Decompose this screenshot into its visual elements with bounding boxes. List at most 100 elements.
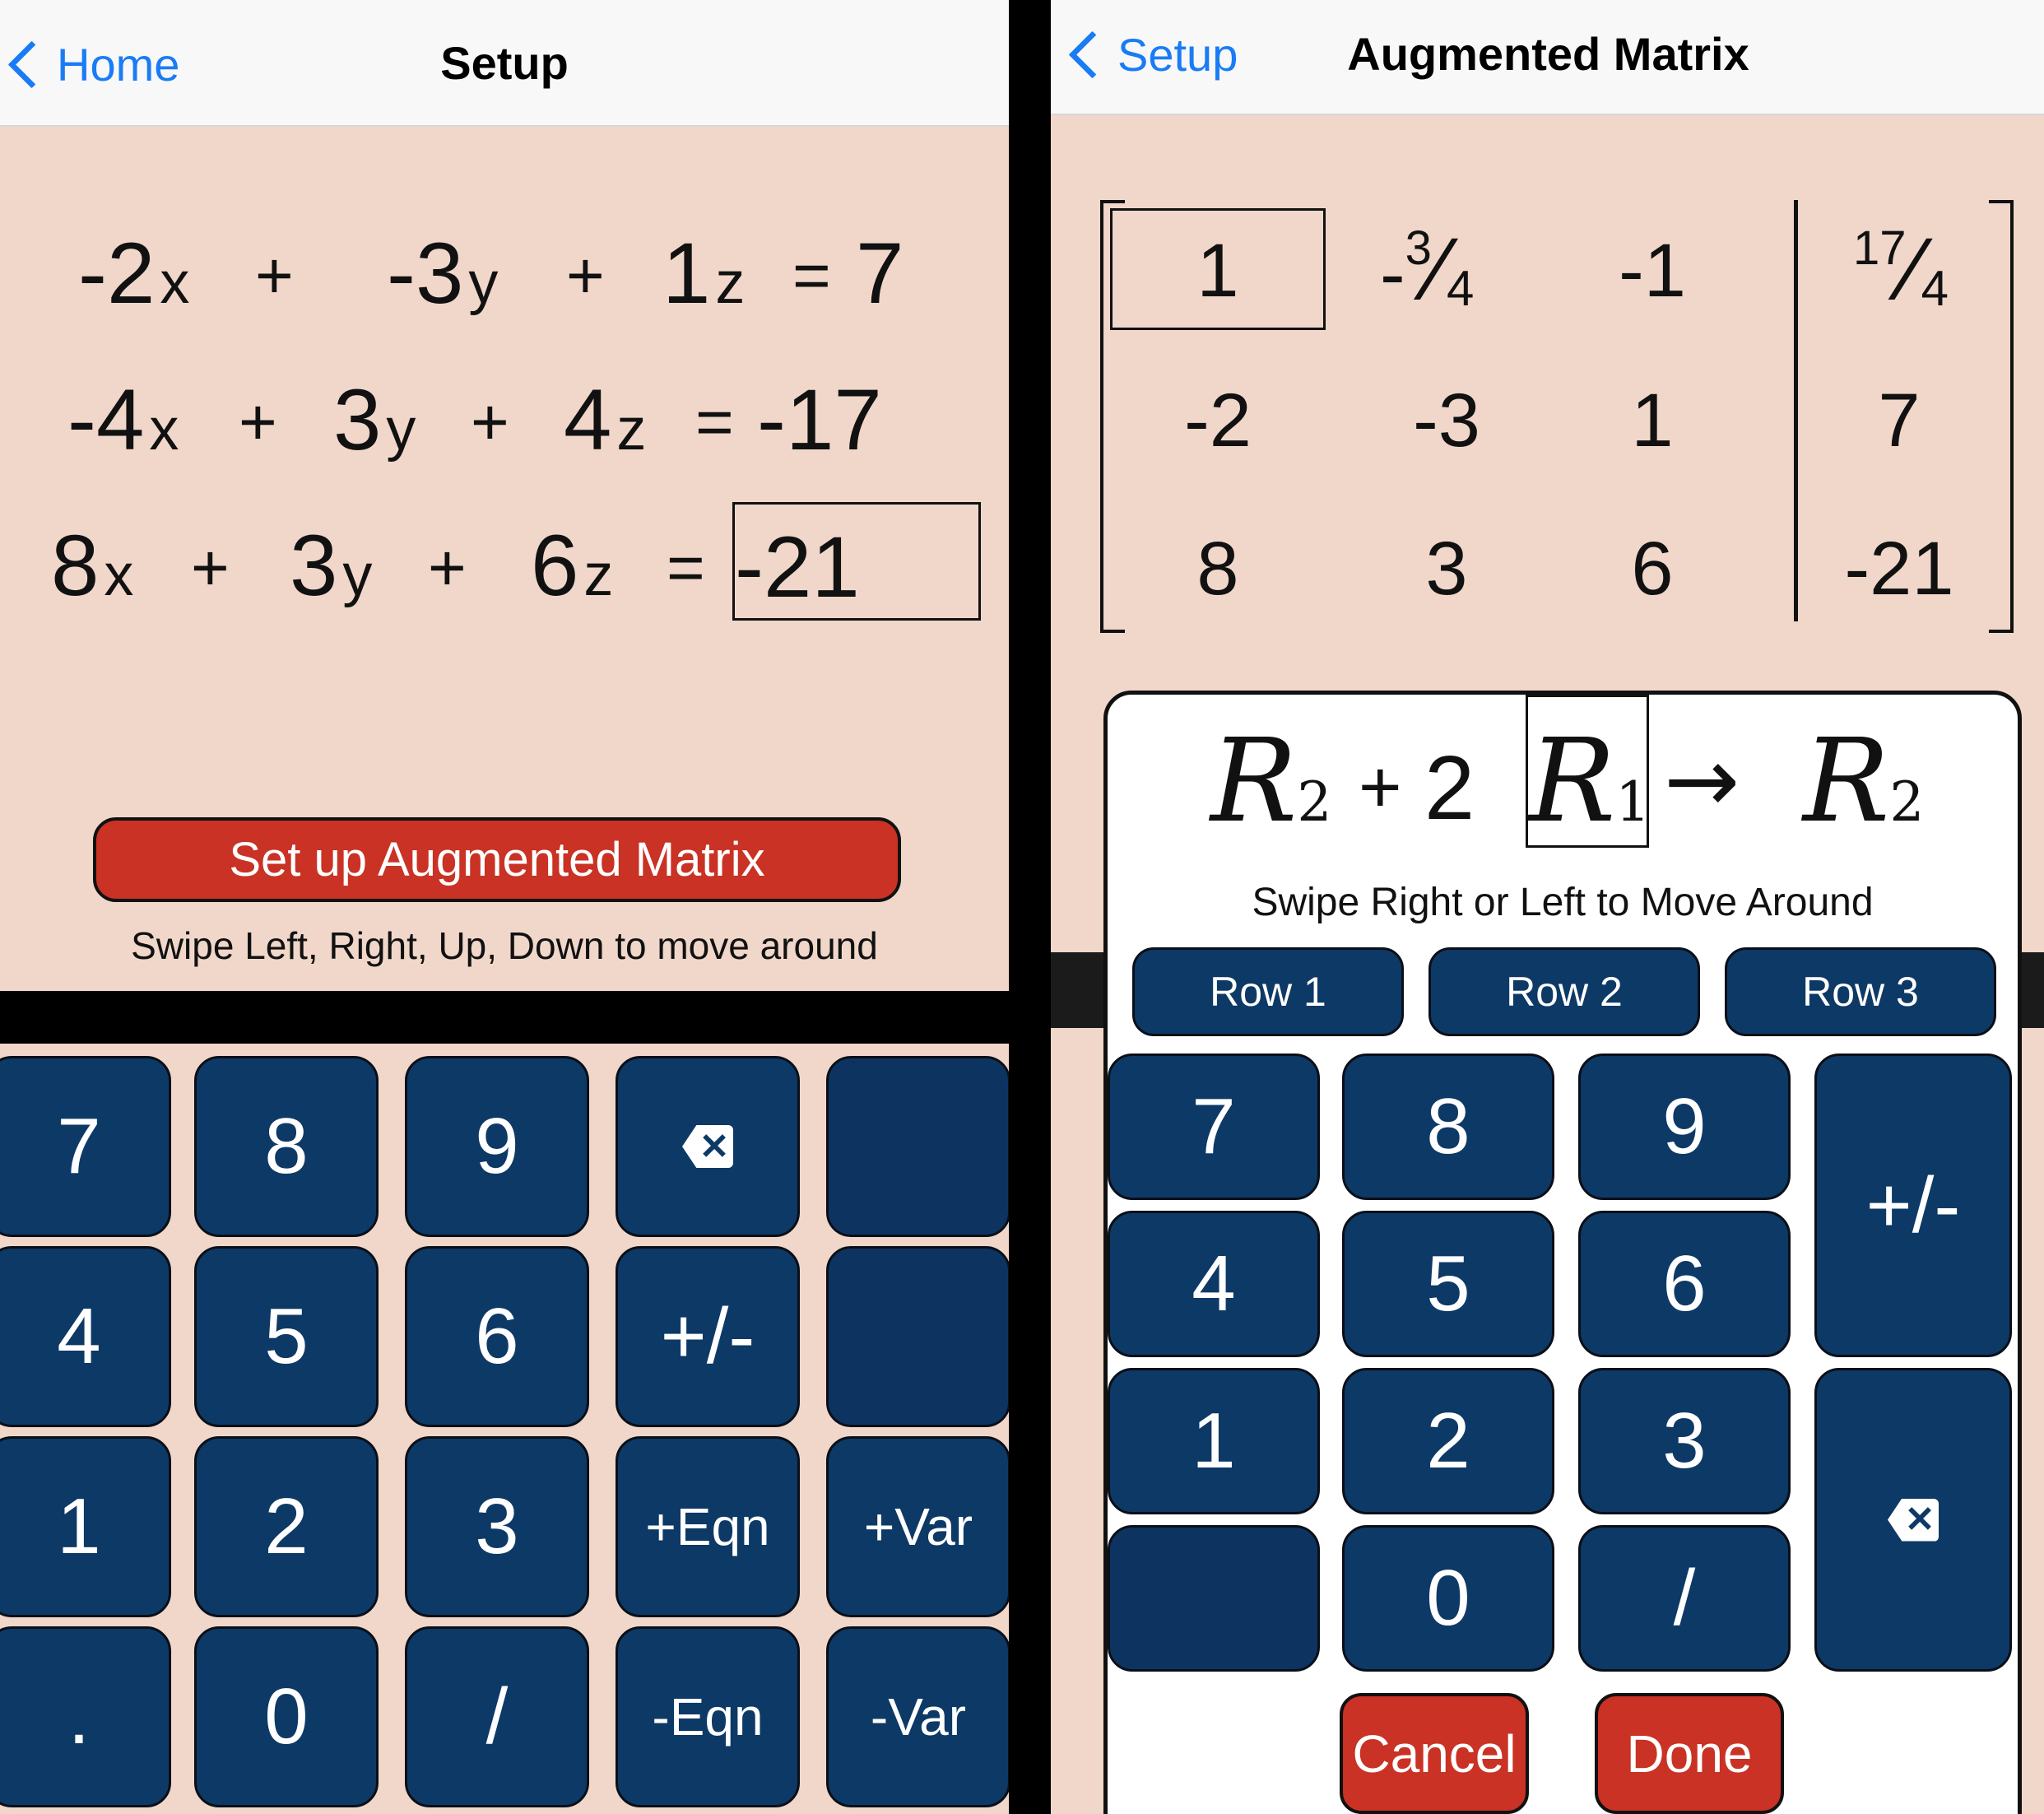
blank-key[interactable] (826, 1246, 1009, 1427)
key-5[interactable]: 5 (1342, 1211, 1554, 1357)
row-op-scalar[interactable]: 2 (1424, 736, 1475, 840)
key-5[interactable]: 5 (194, 1246, 379, 1427)
backspace-icon: ✕ (682, 1125, 733, 1168)
key-1[interactable]: 1 (1108, 1368, 1320, 1514)
augmented-matrix-screen: Setup Augmented Matrix 1 -3⁄4 -1 17⁄4 -2… (1051, 0, 2044, 1814)
key-2[interactable]: 2 (194, 1436, 379, 1617)
key-label: 6 (475, 1292, 519, 1380)
key-4[interactable]: 4 (1108, 1211, 1320, 1357)
equals-sign: = (792, 239, 831, 312)
key-8[interactable]: 8 (1342, 1054, 1554, 1200)
row-op-source: R1 (1529, 714, 1651, 849)
row-1-button[interactable]: Row 1 (1132, 947, 1404, 1036)
key-3[interactable]: 3 (405, 1436, 589, 1617)
key-6[interactable]: 6 (405, 1246, 589, 1427)
key-4[interactable]: 4 (0, 1246, 171, 1427)
key-3[interactable]: 3 (1578, 1368, 1791, 1514)
matrix-cell[interactable]: 3 (1339, 531, 1554, 607)
setup-augmented-matrix-button[interactable]: Set up Augmented Matrix (93, 817, 901, 902)
key-label: 4 (57, 1292, 101, 1380)
plus-sign: + (191, 531, 230, 604)
key-label: -Eqn (652, 1687, 764, 1747)
backspace-key[interactable]: ✕ (616, 1056, 800, 1237)
row-op-plus: + (1359, 747, 1402, 829)
key-label: 8 (1426, 1082, 1470, 1170)
matrix-cell[interactable]: 1 (1110, 233, 1326, 309)
key-plus-minus[interactable]: +/- (1814, 1054, 2012, 1357)
key-plus-minus[interactable]: +/- (616, 1246, 800, 1427)
matrix-cell[interactable]: 1 (1545, 383, 1760, 458)
matrix-cell[interactable]: -3 (1339, 383, 1554, 458)
setup-screen: Home Setup -2x + -3y + 1z = 7 -4x + 3y +… (0, 0, 1009, 1814)
plus-sign: + (566, 239, 605, 312)
backspace-key[interactable]: ✕ (1814, 1368, 2012, 1672)
key-label: 4 (1192, 1240, 1236, 1328)
key-label: 7 (57, 1102, 101, 1190)
key-add-variable[interactable]: +Var (826, 1436, 1009, 1617)
key-0[interactable]: 0 (194, 1626, 379, 1807)
done-button[interactable]: Done (1595, 1693, 1784, 1814)
matrix-cell[interactable]: 17⁄4 (1853, 225, 1949, 314)
equation-term[interactable]: 3y (333, 377, 416, 463)
key-2[interactable]: 2 (1342, 1368, 1554, 1514)
matrix-cell[interactable]: 8 (1110, 531, 1326, 607)
page-title: Augmented Matrix (1347, 28, 1749, 80)
matrix-cell[interactable]: -1 (1545, 233, 1760, 309)
key-label: 7 (1192, 1082, 1236, 1170)
key-9[interactable]: 9 (1578, 1054, 1791, 1200)
swipe-hint: Swipe Left, Right, Up, Down to move arou… (131, 924, 878, 967)
equation-term[interactable]: 6z (531, 523, 613, 609)
equation-term[interactable]: 3y (290, 523, 372, 609)
equation-rhs[interactable]: 7 (856, 230, 904, 317)
row-3-button[interactable]: Row 3 (1725, 947, 1996, 1036)
key-label: 3 (475, 1482, 519, 1570)
matrix-cell[interactable]: 6 (1545, 531, 1760, 607)
key-remove-equation[interactable]: -Eqn (616, 1626, 800, 1807)
equation-term[interactable]: 1z (662, 230, 745, 317)
key-8[interactable]: 8 (194, 1056, 379, 1237)
key-1[interactable]: 1 (0, 1436, 171, 1617)
key-label: 0 (1426, 1554, 1470, 1642)
arrow-right-icon: → (1664, 728, 1740, 833)
key-label: -Var (870, 1687, 967, 1747)
key-label: 5 (1426, 1240, 1470, 1328)
blank-key[interactable] (826, 1056, 1009, 1237)
matrix-cell[interactable]: 7 (1791, 383, 2007, 458)
equation-term[interactable]: 8x (51, 523, 133, 609)
key-decimal[interactable]: . (0, 1626, 171, 1807)
key-label: 8 (264, 1102, 309, 1190)
matrix-cell[interactable]: -2 (1110, 383, 1326, 458)
equation-rhs[interactable]: -17 (757, 377, 882, 463)
key-label: 6 (1662, 1240, 1707, 1328)
equals-sign: = (695, 385, 734, 458)
row-2-button[interactable]: Row 2 (1428, 947, 1700, 1036)
key-6[interactable]: 6 (1578, 1211, 1791, 1357)
equation-term[interactable]: -2x (78, 230, 189, 317)
blank-key[interactable] (1108, 1525, 1320, 1672)
key-label: / (1673, 1554, 1696, 1642)
matrix-cell[interactable]: -21 (1791, 531, 2007, 607)
plus-sign: + (239, 385, 277, 458)
key-9[interactable]: 9 (405, 1056, 589, 1237)
equation-term[interactable]: -3y (387, 230, 498, 317)
row-operation-panel: R2 + 2 R1 → R2 Swipe Right or Left to Mo… (1103, 691, 2022, 1814)
key-7[interactable]: 7 (0, 1056, 171, 1237)
equation-term[interactable]: 4z (564, 377, 646, 463)
equation-rhs: -21 (735, 519, 860, 616)
key-slash[interactable]: / (1578, 1525, 1791, 1672)
key-label: 2 (1426, 1397, 1470, 1485)
equation-term[interactable]: -4x (67, 377, 179, 463)
key-label: 0 (264, 1672, 309, 1761)
nav-bar: Setup Augmented Matrix (1051, 0, 2044, 115)
key-slash[interactable]: / (405, 1626, 589, 1807)
cancel-button[interactable]: Cancel (1340, 1693, 1529, 1814)
matrix-cell[interactable]: -3⁄4 (1380, 225, 1474, 314)
key-label: 9 (475, 1102, 519, 1190)
key-add-equation[interactable]: +Eqn (616, 1436, 800, 1617)
key-0[interactable]: 0 (1342, 1525, 1554, 1672)
key-7[interactable]: 7 (1108, 1054, 1320, 1200)
key-remove-variable[interactable]: -Var (826, 1626, 1009, 1807)
equals-sign: = (667, 531, 705, 604)
active-cell-cursor[interactable]: -21 (732, 502, 981, 621)
keypad-divider (0, 991, 1009, 1044)
